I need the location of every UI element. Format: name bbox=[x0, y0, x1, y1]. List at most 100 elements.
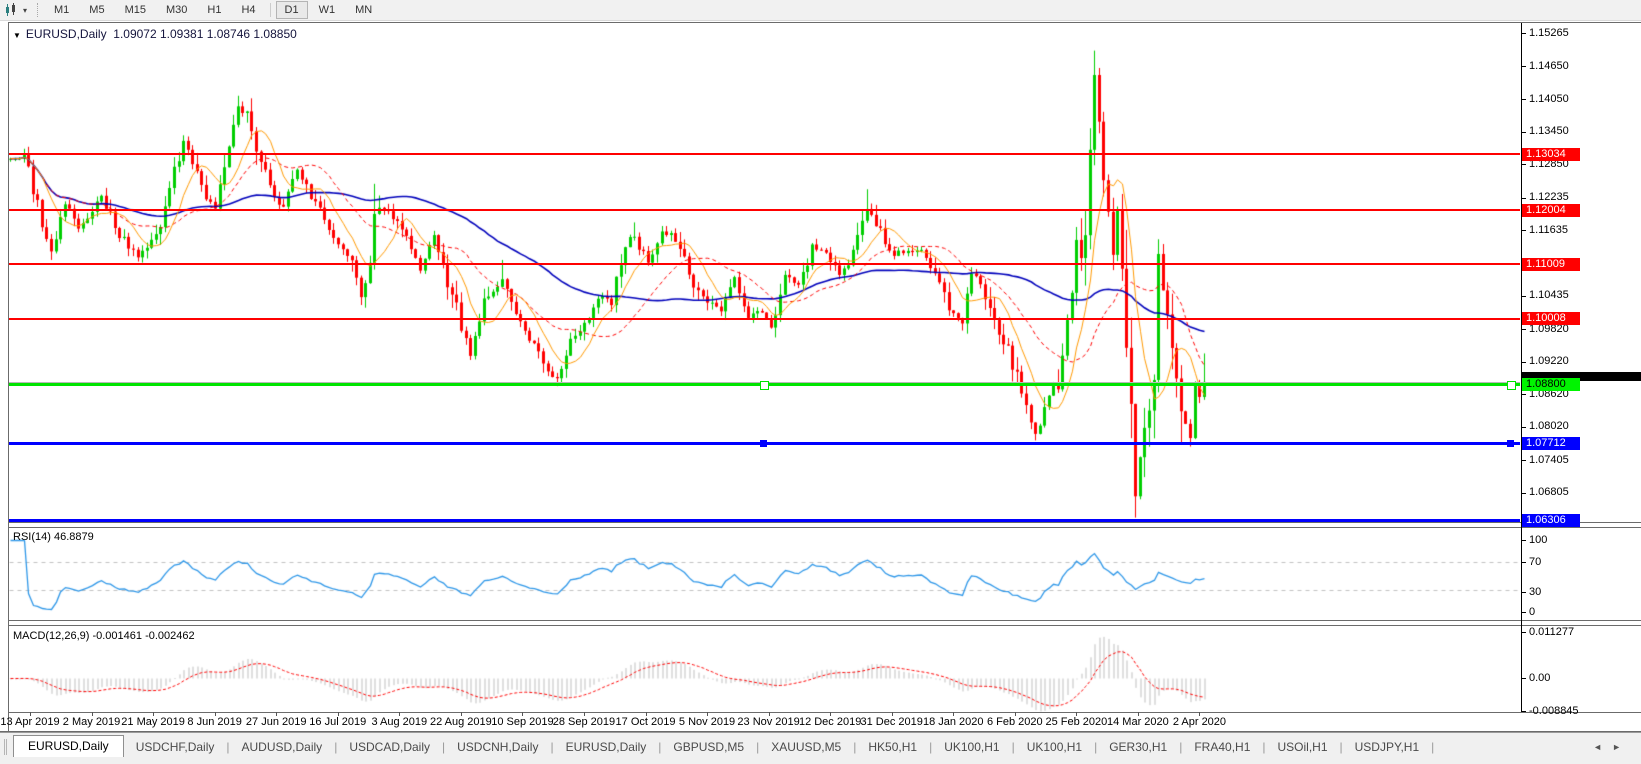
price-axis-tick bbox=[1521, 362, 1526, 363]
line-drag-handle[interactable] bbox=[1507, 381, 1516, 390]
price-axis-tick bbox=[1521, 66, 1526, 67]
date-axis-tick bbox=[1015, 712, 1016, 716]
chart-ohlc-values: 1.09072 1.09381 1.08746 1.08850 bbox=[113, 27, 297, 41]
price-axis-tick bbox=[1521, 493, 1526, 494]
chart-tab-bar: EURUSD,DailyUSDCHF,Daily|AUDUSD,Daily|US… bbox=[0, 732, 1641, 758]
chart-tab-hk50-h1[interactable]: HK50,H1 bbox=[856, 737, 929, 758]
main-rsi-splitter-lower[interactable] bbox=[8, 527, 1641, 528]
macd-axis-tick bbox=[1521, 678, 1526, 679]
chart-tab-usdjpy-h1[interactable]: USDJPY,H1 bbox=[1343, 737, 1431, 758]
chart-tab-usoil-h1[interactable]: USOil,H1 bbox=[1266, 737, 1340, 758]
price-axis-line bbox=[1521, 23, 1522, 712]
price-axis-tick-label: 1.13450 bbox=[1529, 125, 1569, 137]
tab-bar-grip[interactable] bbox=[4, 739, 7, 755]
chart-tab-uk100-h1[interactable]: UK100,H1 bbox=[932, 737, 1011, 758]
date-axis-tick bbox=[830, 712, 831, 716]
rsi-axis-tick-label: 70 bbox=[1529, 556, 1541, 568]
macd-indicator-label: MACD(12,26,9) -0.001461 -0.002462 bbox=[13, 630, 195, 642]
rsi-axis-tick-label: 0 bbox=[1529, 606, 1535, 618]
date-axis-tick bbox=[953, 712, 954, 716]
chart-tab-fra40-h1[interactable]: FRA40,H1 bbox=[1182, 737, 1262, 758]
macd-axis-tick-label: 0.011277 bbox=[1529, 626, 1574, 638]
chart-tab-usdchf-daily[interactable]: USDCHF,Daily bbox=[124, 737, 227, 758]
date-axis-tick bbox=[461, 712, 462, 716]
chart-tab-usdcnh-daily[interactable]: USDCNH,Daily bbox=[445, 737, 550, 758]
line-drag-handle[interactable] bbox=[1507, 440, 1514, 447]
price-axis-tick bbox=[1521, 99, 1526, 100]
date-axis-tick bbox=[584, 712, 585, 716]
date-axis-label: 25 Feb 2020 bbox=[1045, 716, 1107, 728]
price-axis-tick-label: 1.07405 bbox=[1529, 454, 1569, 466]
rsi-axis-tick-label: 100 bbox=[1529, 534, 1547, 546]
price-axis-tick bbox=[1521, 460, 1526, 461]
date-axis-label: 12 Dec 2019 bbox=[799, 716, 861, 728]
price-axis-tick-label: 1.10435 bbox=[1529, 289, 1569, 301]
hline-price-badge: 1.11009 bbox=[1522, 258, 1580, 271]
price-axis-tick-label: 1.12235 bbox=[1529, 191, 1569, 203]
chart-tab-eurusd-daily[interactable]: EURUSD,Daily bbox=[554, 737, 659, 758]
tab-scroll-left-icon[interactable]: ◄ bbox=[1593, 742, 1612, 752]
line-drag-handle[interactable] bbox=[760, 440, 767, 447]
macd-axis-tick-label: -0.008845 bbox=[1529, 705, 1579, 717]
hline-price-badge: 1.07712 bbox=[1522, 437, 1580, 450]
macd-axis-tick-label: 0.00 bbox=[1529, 672, 1550, 684]
horizontal-line-1.10008[interactable] bbox=[9, 318, 1520, 320]
chart-tab-uk100-h1[interactable]: UK100,H1 bbox=[1015, 737, 1094, 758]
price-axis-tick-label: 1.11635 bbox=[1529, 224, 1568, 236]
chart-tab-gbpusd-m5[interactable]: GBPUSD,M5 bbox=[661, 737, 756, 758]
date-axis-label: 23 Nov 2019 bbox=[737, 716, 799, 728]
date-axis-label: 22 Aug 2019 bbox=[430, 716, 492, 728]
date-axis-label: 31 Dec 2019 bbox=[860, 716, 922, 728]
horizontal-line-1.11009[interactable] bbox=[9, 263, 1520, 265]
date-axis-label: 18 Jan 2020 bbox=[923, 716, 984, 728]
chart-tabs: EURUSD,DailyUSDCHF,Daily|AUDUSD,Daily|US… bbox=[13, 734, 1434, 758]
date-axis-label: 10 Sep 2019 bbox=[491, 716, 553, 728]
date-axis-tick bbox=[215, 712, 216, 716]
chart-tab-usdcad-daily[interactable]: USDCAD,Daily bbox=[337, 737, 442, 758]
date-axis-label: 21 May 2019 bbox=[121, 716, 185, 728]
horizontal-line-1.12004[interactable] bbox=[9, 209, 1520, 211]
chart-tab-xauusd-m5[interactable]: XAUUSD,M5 bbox=[759, 737, 853, 758]
rsi-axis-tick bbox=[1521, 562, 1526, 563]
date-axis-label: 13 Apr 2019 bbox=[0, 716, 59, 728]
chart-tab-eurusd-daily[interactable]: EURUSD,Daily bbox=[13, 735, 124, 758]
line-drag-handle[interactable] bbox=[760, 381, 769, 390]
date-axis-tick bbox=[1199, 712, 1200, 716]
macd-axis-tick bbox=[1521, 711, 1526, 712]
main-rsi-splitter[interactable] bbox=[8, 522, 1641, 523]
date-axis-tick bbox=[769, 712, 770, 716]
date-axis-tick bbox=[892, 712, 893, 716]
chart-title-collapse-icon[interactable]: ▼ bbox=[13, 31, 21, 40]
tab-separator: | bbox=[1431, 740, 1434, 758]
horizontal-line-1.06306[interactable] bbox=[9, 519, 1520, 522]
macd-axis-tick bbox=[1521, 632, 1526, 633]
price-axis-tick bbox=[1521, 427, 1526, 428]
date-axis-tick bbox=[276, 712, 277, 716]
chart-tab-ger30-h1[interactable]: GER30,H1 bbox=[1097, 737, 1179, 758]
hline-price-badge: 1.13034 bbox=[1522, 148, 1580, 161]
date-axis-tick bbox=[646, 712, 647, 716]
tab-scroll-arrows: ◄► bbox=[1593, 742, 1631, 752]
date-axis-tick bbox=[30, 712, 31, 716]
hline-price-badge: 1.08800 bbox=[1522, 378, 1580, 391]
date-axis-label: 27 Jun 2019 bbox=[246, 716, 307, 728]
tab-scroll-right-icon[interactable]: ► bbox=[1612, 742, 1631, 752]
date-axis-label: 16 Jul 2019 bbox=[309, 716, 366, 728]
rsi-macd-splitter-lower[interactable] bbox=[8, 625, 1641, 626]
horizontal-line-1.13034[interactable] bbox=[9, 153, 1520, 155]
date-axis-label: 14 Mar 2020 bbox=[1107, 716, 1169, 728]
hline-price-badge: 1.12004 bbox=[1522, 204, 1580, 217]
date-axis-tick bbox=[707, 712, 708, 716]
mt4-terminal: ▾ M1M5M15M30H1H4D1W1MN ▼EURUSD,Daily 1.0… bbox=[0, 0, 1641, 764]
date-axis-label: 2 May 2019 bbox=[63, 716, 120, 728]
rsi-axis-tick bbox=[1521, 592, 1526, 593]
rsi-macd-splitter[interactable] bbox=[8, 620, 1641, 621]
date-axis-tick bbox=[399, 712, 400, 716]
price-axis-tick bbox=[1521, 164, 1526, 165]
price-axis-tick bbox=[1521, 329, 1526, 330]
chart-tab-audusd-daily[interactable]: AUDUSD,Daily bbox=[230, 737, 335, 758]
date-axis-label: 5 Nov 2019 bbox=[679, 716, 735, 728]
price-axis-tick bbox=[1521, 296, 1526, 297]
price-axis-tick-label: 1.06805 bbox=[1529, 486, 1569, 498]
hline-price-badge: 1.10008 bbox=[1522, 312, 1580, 325]
